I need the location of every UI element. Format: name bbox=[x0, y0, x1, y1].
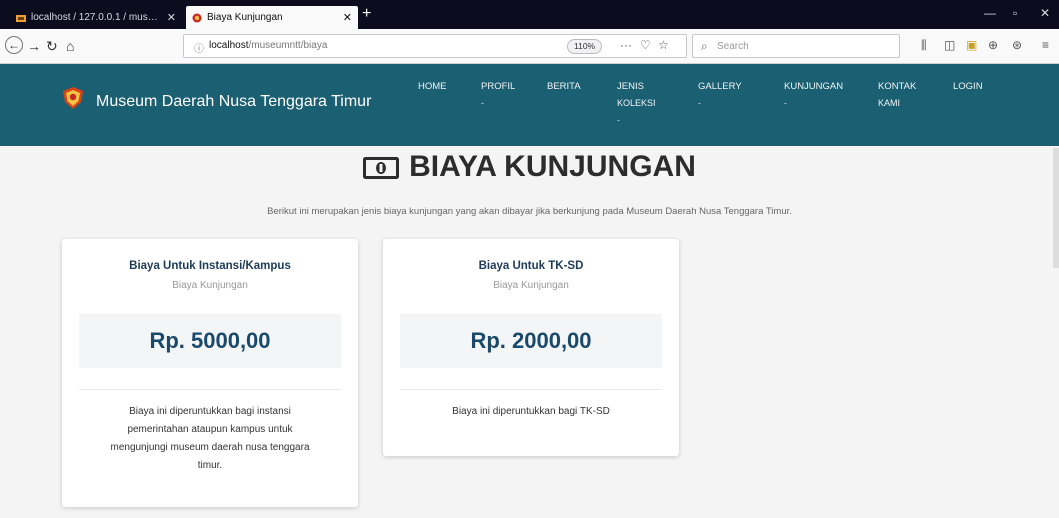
nav-login[interactable]: LOGIN bbox=[953, 78, 983, 95]
extension-icon[interactable]: ⊛ bbox=[1012, 38, 1022, 52]
sidebar-icon[interactable]: ◫ bbox=[944, 38, 955, 52]
tab-biaya-kunjungan[interactable]: Biaya Kunjungan ✕ bbox=[186, 6, 358, 29]
card-subtitle: Biaya Kunjungan bbox=[493, 280, 569, 291]
reload-icon[interactable]: ↻ bbox=[46, 38, 58, 54]
pocket-icon[interactable]: ♡ bbox=[640, 38, 651, 52]
intro-text: Berikut ini merupakan jenis biaya kunjun… bbox=[267, 206, 792, 217]
search-bar[interactable]: ⌕ Search bbox=[692, 34, 900, 58]
tab-close-icon[interactable]: ✕ bbox=[343, 11, 352, 24]
card-description: Biaya ini diperuntukkan bagi instansi pe… bbox=[110, 406, 310, 471]
new-tab-button[interactable]: + bbox=[362, 5, 371, 23]
card-description: Biaya ini diperuntukkan bagi TK-SD bbox=[452, 406, 610, 417]
card-subtitle: Biaya Kunjungan bbox=[172, 280, 248, 291]
main-content: BIAYA KUNJUNGAN Berikut ini merupakan je… bbox=[0, 146, 1059, 518]
nav-kontak-kami[interactable]: KONTAK KAMI bbox=[878, 78, 916, 112]
search-placeholder: Search bbox=[717, 41, 749, 52]
close-window-button[interactable]: ✕ bbox=[1040, 6, 1050, 20]
minimize-button[interactable]: — bbox=[984, 6, 996, 20]
menu-icon[interactable]: ≡ bbox=[1042, 38, 1049, 52]
money-bill-icon bbox=[363, 157, 400, 179]
nav-home[interactable]: HOME bbox=[418, 78, 447, 95]
nav-gallery[interactable]: GALLERY - bbox=[698, 78, 742, 112]
page-title: BIAYA KUNJUNGAN bbox=[0, 150, 1059, 184]
tab-title: Biaya Kunjungan bbox=[207, 12, 283, 23]
library-icon[interactable]: ⫼ bbox=[921, 38, 927, 53]
url-bar[interactable]: ⓘ localhost/museumntt/biaya 110% ··· ♡ ☆ bbox=[183, 34, 687, 58]
extension-icon[interactable]: ▣ bbox=[966, 38, 977, 52]
page-actions-icon[interactable]: ··· bbox=[620, 38, 632, 52]
tab-close-icon[interactable]: ✕ bbox=[167, 11, 176, 24]
nav-berita[interactable]: BERITA bbox=[547, 78, 581, 95]
bookmark-star-icon[interactable]: ☆ bbox=[658, 38, 669, 52]
card-title: Biaya Untuk Instansi/Kampus bbox=[129, 260, 291, 272]
card-divider bbox=[79, 389, 341, 390]
browser-tab-bar: localhost / 127.0.0.1 / museum ✕ Biaya K… bbox=[0, 0, 1059, 29]
nav-jenis-koleksi[interactable]: JENIS KOLEKSI - bbox=[617, 78, 656, 129]
forward-arrow-icon[interactable]: → bbox=[27, 38, 41, 54]
url-text[interactable]: localhost/museumntt/biaya bbox=[209, 40, 327, 51]
home-icon[interactable]: ⌂ bbox=[66, 38, 74, 54]
zoom-indicator[interactable]: 110% bbox=[567, 39, 603, 54]
museum-logo-icon[interactable] bbox=[61, 86, 85, 110]
site-title[interactable]: Museum Daerah Nusa Tenggara Timur bbox=[96, 93, 371, 111]
price-card-instansi: Biaya Untuk Instansi/Kampus Biaya Kunjun… bbox=[62, 239, 358, 507]
price-value: Rp. 5000,00 bbox=[79, 314, 341, 368]
site-header: Museum Daerah Nusa Tenggara Timur HOME P… bbox=[0, 64, 1059, 146]
tab-title: localhost / 127.0.0.1 / museum bbox=[31, 12, 162, 23]
page-heading-text: BIAYA KUNJUNGAN bbox=[409, 150, 696, 183]
card-title: Biaya Untuk TK-SD bbox=[478, 260, 584, 272]
nav-kunjungan[interactable]: KUNJUNGAN - bbox=[784, 78, 843, 112]
extension-icon[interactable]: ⊕ bbox=[988, 38, 998, 52]
price-card-tk-sd: Biaya Untuk TK-SD Biaya Kunjungan Rp. 20… bbox=[383, 239, 679, 456]
card-divider bbox=[400, 389, 662, 390]
museum-logo-icon bbox=[192, 13, 202, 23]
back-arrow-icon[interactable]: ← bbox=[5, 36, 23, 54]
page-scrollbar[interactable] bbox=[1053, 148, 1059, 268]
price-value: Rp. 2000,00 bbox=[400, 314, 662, 368]
browser-toolbar: ← → ↻ ⌂ ⓘ localhost/museumntt/biaya 110%… bbox=[0, 29, 1059, 64]
tab-phpmyadmin[interactable]: localhost / 127.0.0.1 / museum ✕ bbox=[10, 6, 182, 29]
site-info-icon[interactable]: ⓘ bbox=[194, 40, 204, 55]
nav-profil[interactable]: PROFIL - bbox=[481, 78, 515, 112]
phpmyadmin-icon bbox=[16, 13, 26, 23]
search-icon: ⌕ bbox=[701, 39, 708, 53]
restore-button[interactable]: ▫ bbox=[1013, 6, 1017, 20]
